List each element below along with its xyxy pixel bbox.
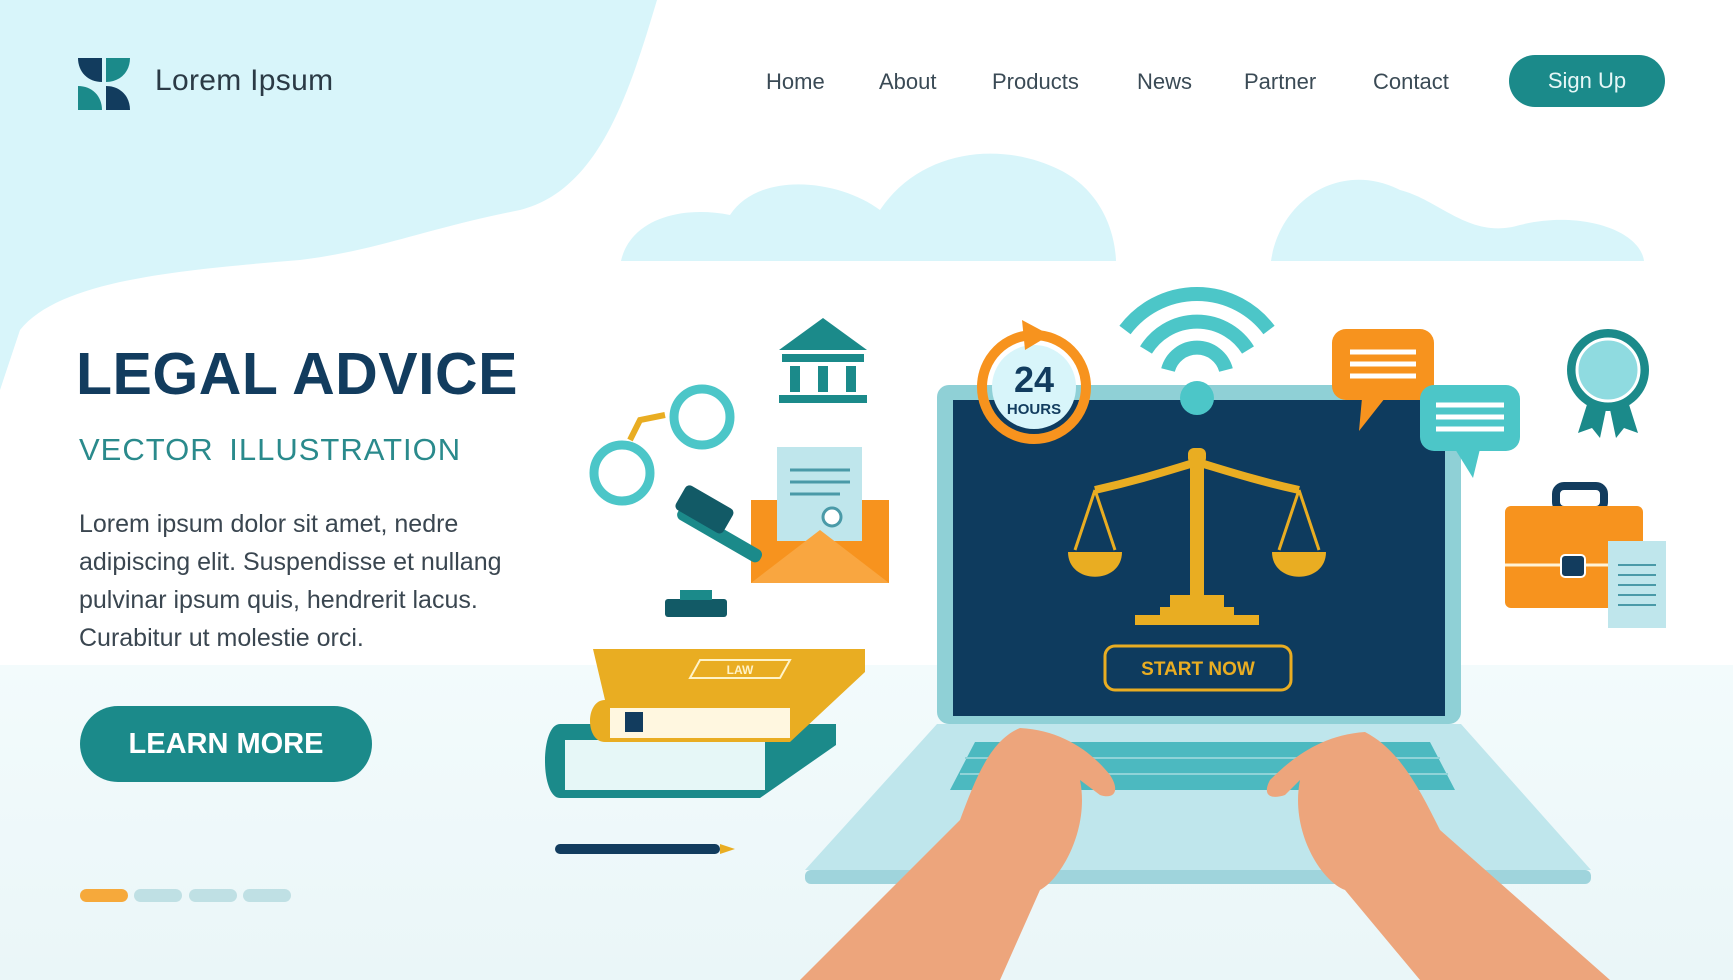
nav-contact[interactable]: Contact xyxy=(1373,69,1449,95)
nav-products[interactable]: Products xyxy=(992,69,1079,95)
handcuffs-icon xyxy=(589,384,735,506)
brand-name[interactable]: Lorem Ipsum xyxy=(155,64,333,98)
courthouse-icon xyxy=(779,318,867,403)
hero-description: Lorem ipsum dolor sit amet, nedre adipis… xyxy=(79,510,502,652)
clock-number: 24 xyxy=(1014,359,1054,400)
page-title: LEGAL ADVICE xyxy=(76,341,518,407)
page-subtitle: VECTOR ILLUSTRATION xyxy=(79,432,462,467)
legal-illustration: LAW START NOW 24 HOURS xyxy=(0,0,1733,980)
carousel-dot-1[interactable] xyxy=(80,889,128,902)
carousel-dot-3[interactable] xyxy=(189,889,237,902)
start-now-label: START NOW xyxy=(1141,659,1255,680)
clock-label: HOURS xyxy=(1007,401,1061,418)
wifi-icon xyxy=(1119,287,1275,373)
envelope-certificate-icon xyxy=(751,447,889,583)
pen-icon xyxy=(555,844,735,854)
learn-more-button[interactable]: LEARN MORE xyxy=(80,706,372,782)
carousel-dot-2[interactable] xyxy=(134,889,182,902)
gavel-icon xyxy=(665,485,763,617)
carousel-dot-4[interactable] xyxy=(243,889,291,902)
four-leaf-logo-icon[interactable] xyxy=(78,58,130,110)
award-badge-icon xyxy=(1567,329,1649,438)
nav-home[interactable]: Home xyxy=(766,69,825,95)
nav-about[interactable]: About xyxy=(879,69,937,95)
briefcase-icon xyxy=(1505,482,1666,628)
nav-news[interactable]: News xyxy=(1137,69,1192,95)
book-label: LAW xyxy=(727,663,754,677)
sign-up-button[interactable]: Sign Up xyxy=(1509,55,1665,107)
cloud xyxy=(621,153,1644,261)
nav-partner[interactable]: Partner xyxy=(1244,69,1316,95)
24-hours-clock-icon: 24 HOURS xyxy=(977,320,1091,444)
